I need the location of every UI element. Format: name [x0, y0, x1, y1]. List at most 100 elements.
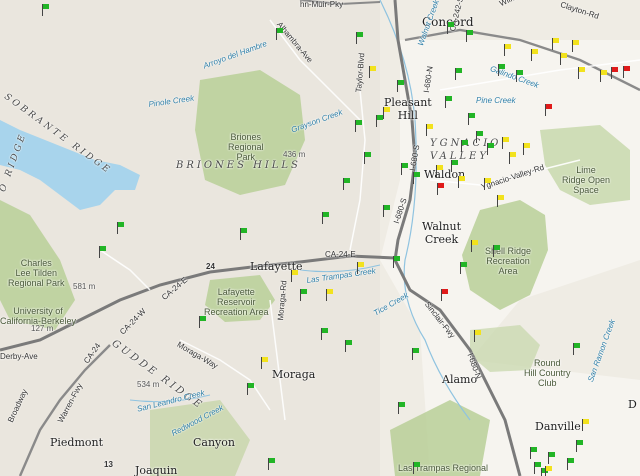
- flag-marker-green[interactable]: [493, 245, 503, 257]
- label-briones-park: Briones Regional Park: [228, 132, 264, 162]
- flag-marker-yellow[interactable]: [383, 107, 393, 119]
- flag-marker-red[interactable]: [611, 67, 621, 79]
- flag-marker-green[interactable]: [468, 113, 478, 125]
- flag-marker-green[interactable]: [398, 402, 408, 414]
- label-ca24-shield: 24: [206, 262, 215, 271]
- flag-marker-green[interactable]: [276, 28, 286, 40]
- label-lime-ridge: Lime Ridge Open Space: [562, 165, 611, 195]
- label-elev-436: 436 m: [283, 150, 306, 159]
- flag-marker-green[interactable]: [240, 228, 250, 240]
- label-briones-hills: BRIONES HILLS: [176, 160, 301, 171]
- label-derby: Derby-Ave: [0, 352, 38, 361]
- flag-marker-green[interactable]: [455, 68, 465, 80]
- flag-marker-red[interactable]: [545, 104, 555, 116]
- label-joaquin: Joaquin: [135, 464, 178, 476]
- flag-marker-green[interactable]: [487, 143, 497, 155]
- flag-marker-green[interactable]: [516, 70, 526, 82]
- flag-marker-green[interactable]: [476, 131, 486, 143]
- flag-marker-green[interactable]: [573, 343, 583, 355]
- flag-marker-green[interactable]: [343, 178, 353, 190]
- flag-marker-yellow[interactable]: [436, 165, 446, 177]
- label-pine-creek: Pine Creek: [476, 96, 516, 105]
- flag-marker-red[interactable]: [437, 183, 447, 195]
- label-lafayette-reservoir: Lafayette Reservoir Recreation Area: [204, 287, 269, 317]
- flag-marker-green[interactable]: [530, 447, 540, 459]
- flag-marker-green[interactable]: [576, 440, 586, 452]
- flag-marker-yellow[interactable]: [426, 124, 436, 136]
- flag-marker-green[interactable]: [300, 289, 310, 301]
- flag-marker-green[interactable]: [42, 4, 52, 16]
- flag-marker-yellow[interactable]: [369, 66, 379, 78]
- flag-marker-green[interactable]: [345, 340, 355, 352]
- flag-marker-green[interactable]: [268, 458, 278, 470]
- flag-marker-green[interactable]: [247, 383, 257, 395]
- flag-marker-green[interactable]: [322, 212, 332, 224]
- flag-marker-yellow[interactable]: [545, 466, 555, 476]
- label-ca24e: CA-24-E: [325, 250, 356, 259]
- flag-marker-yellow[interactable]: [326, 289, 336, 301]
- flag-marker-yellow[interactable]: [600, 70, 610, 82]
- flag-marker-yellow[interactable]: [261, 357, 271, 369]
- flag-marker-green[interactable]: [567, 458, 577, 470]
- flag-marker-green[interactable]: [413, 462, 423, 474]
- map-canvas[interactable]: Concord Pleasant Hill YGNACIO VALLEY Wal…: [0, 0, 640, 476]
- flag-marker-yellow[interactable]: [291, 270, 301, 282]
- label-tilden: Charles Lee Tilden Regional Park: [8, 258, 65, 288]
- flag-marker-green[interactable]: [383, 205, 393, 217]
- flag-marker-red[interactable]: [623, 66, 633, 78]
- flag-marker-green[interactable]: [412, 348, 422, 360]
- flag-marker-yellow[interactable]: [357, 262, 367, 274]
- flag-marker-yellow[interactable]: [582, 419, 592, 431]
- label-walnut-creek: Walnut Creek: [422, 220, 462, 246]
- flag-marker-yellow[interactable]: [471, 240, 481, 252]
- flag-marker-yellow[interactable]: [502, 137, 512, 149]
- label-elev-534: 534 m: [137, 380, 160, 389]
- label-shield-13: 13: [104, 460, 113, 469]
- label-uc-berkeley: University of California-Berkeley: [0, 306, 77, 326]
- flag-marker-green[interactable]: [548, 452, 558, 464]
- flag-marker-green[interactable]: [321, 328, 331, 340]
- flag-marker-green[interactable]: [466, 30, 476, 42]
- flag-marker-green[interactable]: [413, 172, 423, 184]
- label-las-trampas: Las Trampas Regional: [398, 463, 489, 473]
- flag-marker-green[interactable]: [461, 140, 471, 152]
- flag-marker-green[interactable]: [451, 160, 461, 172]
- flag-marker-yellow[interactable]: [458, 176, 468, 188]
- flag-marker-green[interactable]: [397, 80, 407, 92]
- flag-marker-green[interactable]: [99, 246, 109, 258]
- flag-marker-green[interactable]: [356, 32, 366, 44]
- flag-marker-green[interactable]: [355, 120, 365, 132]
- flag-marker-yellow[interactable]: [578, 67, 588, 79]
- flag-marker-yellow[interactable]: [560, 53, 570, 65]
- flag-marker-green[interactable]: [460, 262, 470, 274]
- label-canyon: Canyon: [193, 436, 235, 449]
- label-shell-ridge: Shell Ridge Recreation Area: [485, 246, 532, 276]
- flag-marker-yellow[interactable]: [572, 40, 582, 52]
- flag-marker-yellow[interactable]: [497, 195, 507, 207]
- flag-marker-yellow[interactable]: [474, 330, 484, 342]
- flag-marker-green[interactable]: [199, 316, 209, 328]
- flag-marker-yellow[interactable]: [509, 152, 519, 164]
- flag-marker-green[interactable]: [393, 256, 403, 268]
- flag-marker-yellow[interactable]: [523, 143, 533, 155]
- label-moraga: Moraga: [272, 368, 316, 381]
- label-elev-581: 581 m: [73, 282, 96, 291]
- label-muir-pky: hn-Muir-Pky: [300, 0, 344, 9]
- label-elev-127: 127 m: [31, 324, 54, 333]
- flag-marker-yellow[interactable]: [531, 49, 541, 61]
- label-danville: Danville: [535, 420, 581, 433]
- flag-marker-yellow[interactable]: [552, 38, 562, 50]
- label-piedmont: Piedmont: [50, 436, 104, 449]
- label-d-edge: D: [628, 398, 637, 411]
- label-round-hill: Round Hill Country Club: [524, 358, 571, 388]
- flag-marker-yellow[interactable]: [504, 44, 514, 56]
- flag-marker-yellow[interactable]: [484, 178, 494, 190]
- flag-marker-green[interactable]: [401, 163, 411, 175]
- flag-marker-green[interactable]: [364, 152, 374, 164]
- flag-marker-green[interactable]: [445, 96, 455, 108]
- flag-marker-green[interactable]: [447, 22, 457, 34]
- flag-marker-red[interactable]: [441, 289, 451, 301]
- flag-marker-green[interactable]: [498, 64, 508, 76]
- flag-marker-green[interactable]: [117, 222, 127, 234]
- basemap: [0, 0, 640, 476]
